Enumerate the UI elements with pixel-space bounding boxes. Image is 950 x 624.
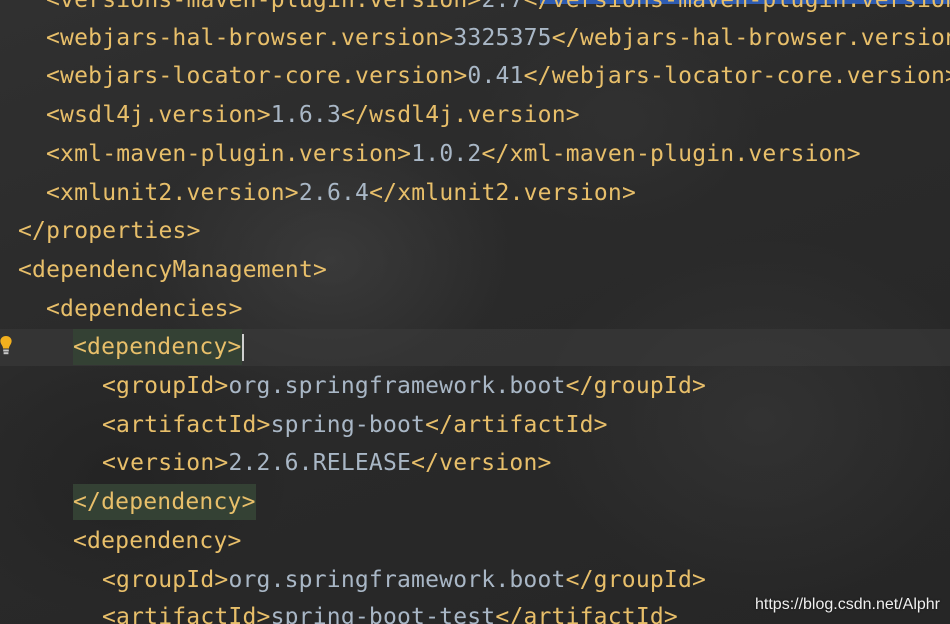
text-caret [241,334,244,361]
code-editor[interactable]: <versions-maven-plugin.version>2.7</vers… [0,0,950,624]
code-line: <xml-maven-plugin.version>1.0.2</xml-mav… [46,135,861,173]
code-line: <artifactId>spring-boot-test</artifactId… [102,598,678,624]
code-line: <wsdl4j.version>1.6.3</wsdl4j.version> [46,96,580,134]
code-line: <version>2.2.6.RELEASE</version> [102,444,552,482]
code-line: <artifactId>spring-boot</artifactId> [102,406,608,444]
xml-open-tag-matched: <dependency> [73,329,242,365]
xml-close-tag: </artifactId> [495,604,678,624]
xml-close-tag: </versions-maven-plugin.version> [523,0,950,13]
xml-text-value: org.springframework.boot [228,567,566,593]
code-line: <groupId>org.springframework.boot</group… [102,367,706,405]
xml-text-value: 1.6.3 [270,102,342,128]
xml-open-tag: <groupId> [102,373,229,399]
xml-close-tag: </xmlunit2.version> [369,180,637,206]
code-line: <groupId>org.springframework.boot</group… [102,561,706,599]
xml-text-value: spring-boot [270,412,426,438]
xml-open-tag: <artifactId> [102,604,271,624]
xml-open-tag: <versions-maven-plugin.version> [46,0,482,13]
code-line: <webjars-locator-core.version>0.41</webj… [46,57,950,95]
xml-close-tag: </xml-maven-plugin.version> [481,141,861,167]
xml-close-tag: </groupId> [565,567,707,593]
xml-text-value: 2.6.4 [298,180,370,206]
code-line: </dependency> [73,483,256,521]
code-line: <webjars-hal-browser.version>3325375</we… [46,19,950,57]
xml-open-tag: <wsdl4j.version> [46,102,271,128]
xml-open-tag: <artifactId> [102,412,271,438]
xml-open-tag: <groupId> [102,567,229,593]
xml-open-tag: <dependency> [73,528,242,554]
xml-close-tag: </wsdl4j.version> [341,102,580,128]
xml-close-tag: </webjars-locator-core.version> [523,63,950,89]
xml-text-value: 3325375 [453,25,552,51]
xml-open-tag: <xml-maven-plugin.version> [46,141,412,167]
code-line-current: <dependency> [73,328,244,366]
watermark: https://blog.csdn.net/Alphr [755,596,940,613]
xml-close-tag: </webjars-hal-browser.version> [551,25,950,51]
lightbulb-icon[interactable] [0,335,12,357]
code-line: <dependency> [73,522,242,560]
xml-text-value: spring-boot-test [270,604,496,624]
code-line: <dependencyManagement> [18,251,327,289]
xml-open-tag: <webjars-hal-browser.version> [46,25,454,51]
xml-open-tag: <webjars-locator-core.version> [46,63,468,89]
xml-text-value: org.springframework.boot [228,373,566,399]
xml-open-tag: <version> [102,450,229,476]
xml-text-value: 1.0.2 [411,141,482,167]
xml-open-tag: <dependencyManagement> [18,257,328,283]
xml-close-tag: </groupId> [565,373,707,399]
xml-text-value: 0.41 [467,63,524,89]
xml-close-tag: </properties> [18,218,201,244]
xml-open-tag: <dependencies> [46,296,243,322]
xml-open-tag: <xmlunit2.version> [46,180,299,206]
code-line: <versions-maven-plugin.version>2.7</vers… [46,0,950,19]
xml-text-value: 2.2.6.RELEASE [228,450,412,476]
code-line: </properties> [18,212,201,250]
xml-close-tag: </version> [411,450,552,476]
xml-text-value: 2.7 [481,0,524,13]
code-line: <xmlunit2.version>2.6.4</xmlunit2.versio… [46,174,636,212]
xml-close-tag-matched: </dependency> [73,484,256,520]
code-line: <dependencies> [46,290,243,328]
xml-close-tag: </artifactId> [425,412,608,438]
